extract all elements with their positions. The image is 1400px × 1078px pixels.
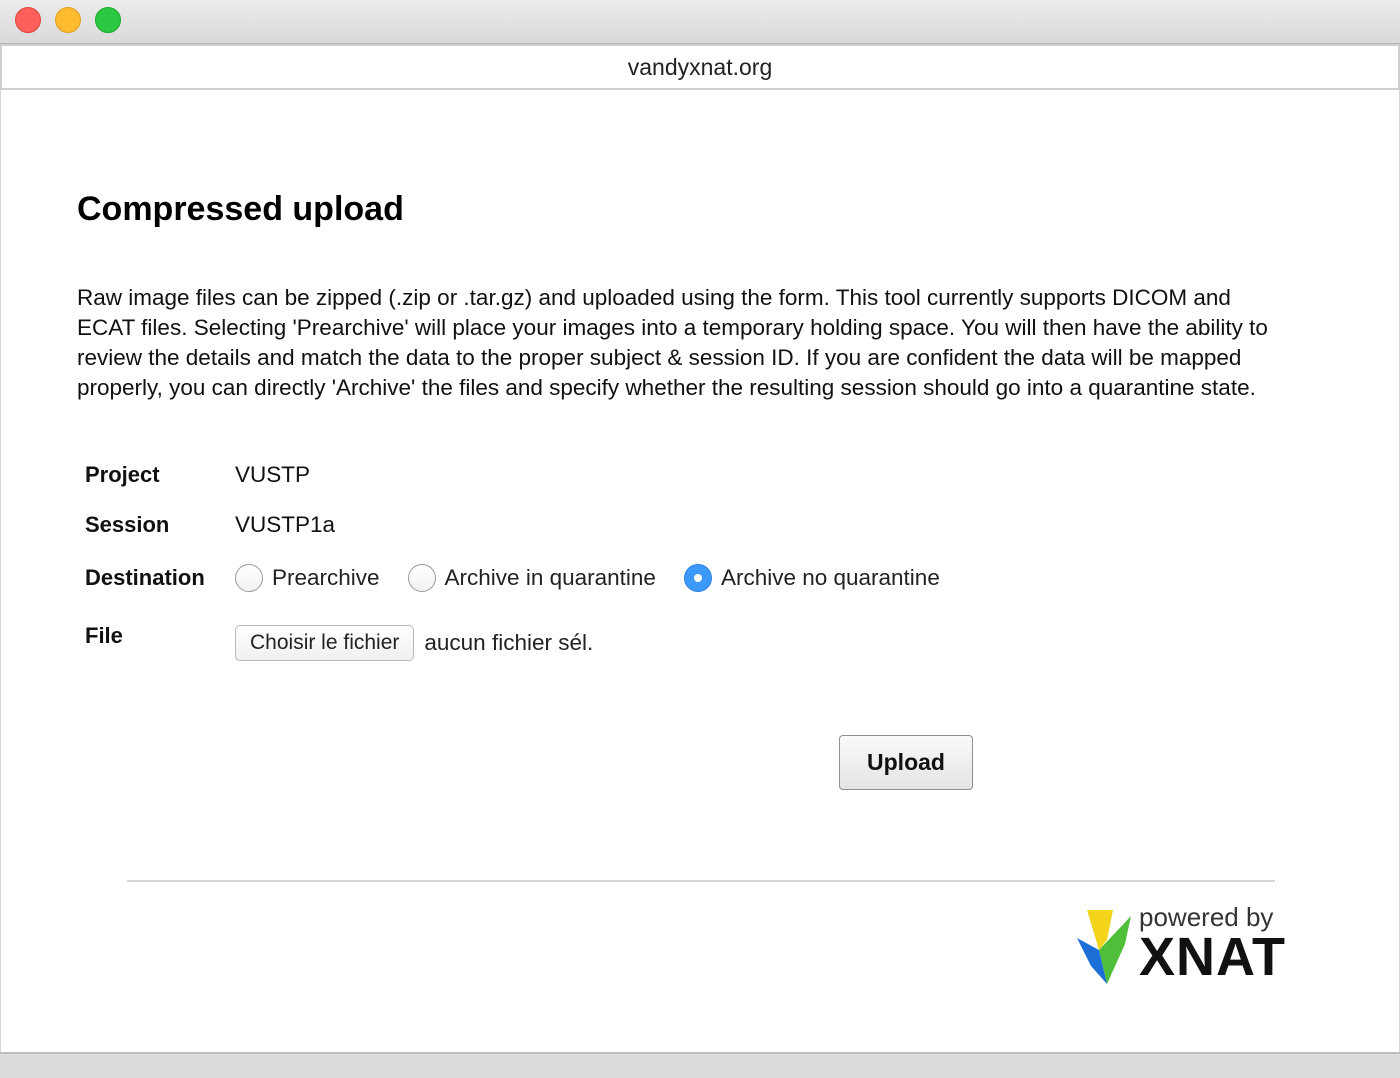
footer-divider	[127, 880, 1275, 882]
radio-label: Archive in quarantine	[444, 565, 656, 590]
powered-by-xnat-logo[interactable]: powered by XNAT	[1077, 902, 1285, 986]
choose-file-button[interactable]: Choisir le fichier	[235, 625, 415, 661]
window-bottom-bar	[0, 1052, 1400, 1078]
minimize-window-button[interactable]	[55, 7, 81, 33]
address-bar[interactable]: vandyxnat.org	[0, 44, 1400, 90]
session-value: VUSTP1a	[235, 512, 336, 537]
radio-archive-in-quarantine[interactable]	[407, 564, 436, 592]
destination-option-archive-no-quarantine[interactable]: Archive no quarantine	[683, 564, 940, 592]
radio-prearchive[interactable]	[235, 564, 263, 592]
radio-label: Prearchive	[272, 565, 380, 590]
xnat-brand-text: XNAT	[1139, 927, 1286, 987]
file-label: File	[85, 623, 123, 648]
destination-option-prearchive[interactable]: Prearchive	[235, 564, 380, 592]
session-row: Session VUSTP1a	[85, 512, 335, 538]
file-row: File Choisir le fichier aucun fichier sé…	[85, 623, 593, 661]
destination-radio-group: Prearchive Archive in quarantine Archive…	[235, 564, 968, 592]
maximize-window-button[interactable]	[95, 7, 121, 33]
project-value: VUSTP	[235, 462, 311, 487]
file-status: aucun fichier sél.	[424, 630, 594, 655]
project-row: Project VUSTP	[85, 462, 310, 488]
radio-archive-no-quarantine[interactable]	[683, 564, 712, 592]
window-titlebar	[0, 0, 1400, 44]
destination-label: Destination	[85, 565, 205, 590]
close-window-button[interactable]	[15, 7, 41, 33]
session-label: Session	[85, 512, 170, 537]
destination-row: Destination Prearchive Archive in quaran…	[85, 564, 968, 592]
project-label: Project	[85, 462, 160, 487]
radio-label: Archive no quarantine	[720, 565, 940, 590]
page-title: Compressed upload	[77, 190, 404, 228]
address-bar-url: vandyxnat.org	[627, 53, 773, 80]
destination-option-archive-in-quarantine[interactable]: Archive in quarantine	[407, 564, 656, 592]
page-description: Raw image files can be zipped (.zip or .…	[77, 285, 1268, 400]
page-content: Compressed upload Raw image files can be…	[0, 90, 1400, 1052]
xnat-leaf-icon	[1077, 910, 1131, 984]
upload-button[interactable]: Upload	[839, 735, 973, 790]
